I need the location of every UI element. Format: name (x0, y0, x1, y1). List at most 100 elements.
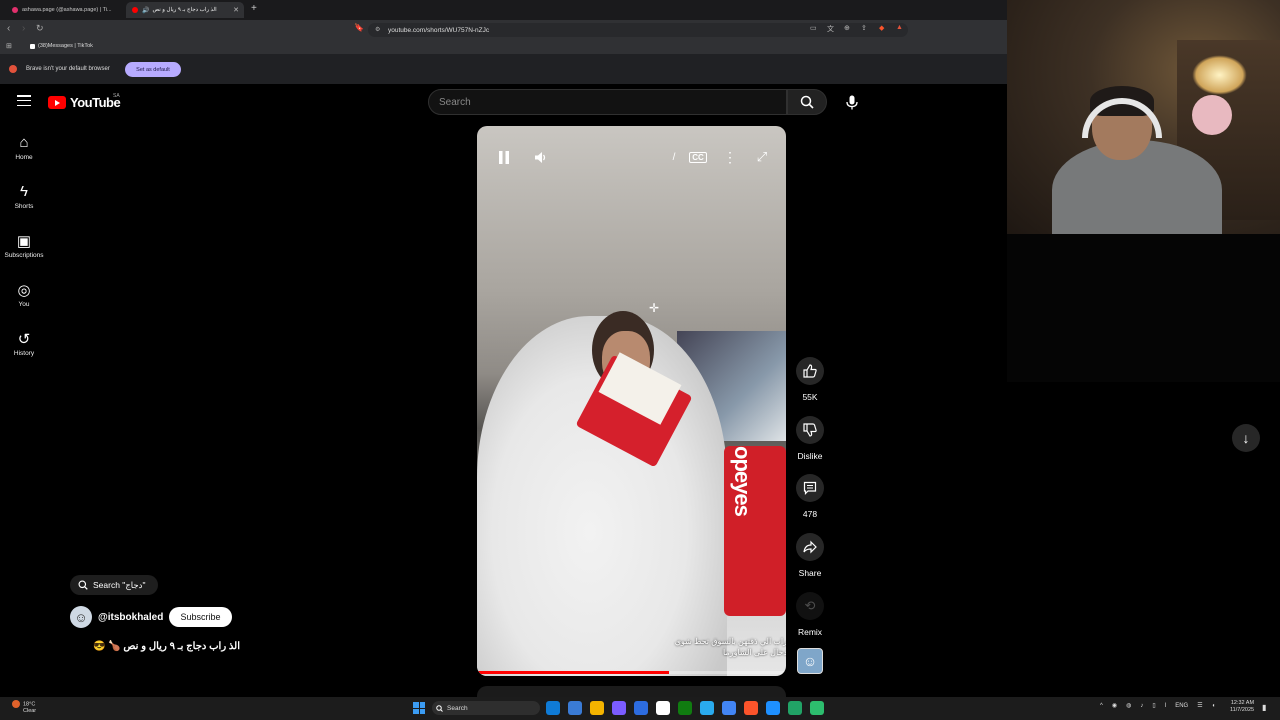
subscriptions-icon: ▣ (16, 233, 32, 250)
apps-grid-icon[interactable]: ⊞ (6, 42, 12, 50)
avatar-face-icon: ☺ (74, 609, 88, 625)
taskbar-app-icon[interactable] (590, 701, 604, 715)
you-icon: ◎ (17, 282, 31, 299)
tab-tiktok[interactable]: ashawa.page (@ashawa.page) | Ti... (6, 2, 122, 18)
bookmarks-bar (0, 40, 1007, 54)
taskbar-app-icon[interactable] (722, 701, 736, 715)
search-suggestion-chip[interactable]: Search "دجاج" (70, 575, 158, 595)
tiktok-favicon-icon (12, 7, 18, 13)
taskbar-app-icon[interactable] (700, 701, 714, 715)
weather-desc: Clear (23, 708, 37, 715)
like-button[interactable]: 55K (790, 357, 830, 402)
forward-button[interactable]: › (22, 23, 25, 34)
progress-bar[interactable] (477, 671, 669, 674)
battery-icon[interactable]: ▯ (1152, 702, 1155, 709)
chevron-up-icon[interactable]: ^ (1100, 703, 1103, 709)
taskbar-app-icon[interactable] (810, 701, 824, 715)
shorts-video-player[interactable]: opeyes ✛ راب الي ذقتهن بالسوق تحط شوي دخ… (477, 126, 786, 676)
thumbs-up-icon (803, 364, 817, 378)
volume-tray-icon[interactable]: ♪ (1140, 703, 1143, 709)
sidebar-item-home[interactable]: ⌂ Home (0, 134, 48, 161)
taskbar-clock[interactable]: 12:32 AM 11/7/2025 (1230, 700, 1254, 714)
taskbar-app-icon[interactable] (612, 701, 626, 715)
sidebar-item-shorts[interactable]: ϟ Shorts (0, 183, 48, 210)
more-vertical-icon: ⋮ (723, 148, 737, 165)
search-input[interactable]: Search (428, 89, 787, 115)
taskbar-app-icon[interactable] (744, 701, 758, 715)
fullscreen-button[interactable]: ⤢ (749, 144, 775, 170)
captions-button[interactable]: CC (685, 144, 711, 170)
video-caption: راب الي ذقتهن بالسوق تحط شوي دخال على ال… (667, 636, 786, 658)
dislike-button[interactable]: Dislike (790, 416, 830, 461)
wifi-icon[interactable]: ☰ (1197, 702, 1202, 709)
youtube-play-icon (48, 96, 66, 109)
slash-icon: / (672, 151, 676, 163)
set-as-default-button[interactable]: Set as default (125, 62, 181, 77)
tab-title: الذ راب دجاج بـ ٩ ريال و نص (152, 7, 217, 13)
share-icon (803, 540, 817, 554)
subscribe-button[interactable]: Subscribe (169, 607, 232, 627)
more-options-button[interactable]: ⋮ (717, 144, 743, 170)
sidebar-item-you[interactable]: ◎ You (0, 281, 48, 308)
comment-icon (803, 481, 817, 495)
share-page-icon[interactable]: ⇪ (861, 24, 867, 32)
avatar[interactable]: ☺ (70, 606, 92, 628)
remix-label: Remix (797, 627, 823, 637)
taskbar-app-icon[interactable] (766, 701, 780, 715)
remix-button[interactable]: ⟲ Remix (790, 592, 830, 637)
menu-icon[interactable] (17, 95, 31, 107)
reload-button[interactable]: ↻ (36, 23, 44, 34)
youtube-logo[interactable]: YouTube (48, 95, 121, 110)
infobar-message: Brave isn't your default browser (26, 66, 110, 72)
channel-handle[interactable]: @itsbokhaled (98, 612, 163, 623)
sidebar-item-label: History (13, 350, 35, 357)
brave-rewards-icon[interactable]: ▲ (896, 24, 903, 31)
pause-button[interactable] (491, 144, 517, 170)
voice-search-button[interactable] (838, 88, 866, 116)
history-icon: ↺ (17, 331, 31, 348)
taskbar-app-icon[interactable] (568, 701, 582, 715)
sidebar-item-subscriptions[interactable]: ▣ Subscriptions (0, 232, 48, 259)
taskbar-app-icon[interactable] (788, 701, 802, 715)
taskbar-app-icon[interactable] (656, 701, 670, 715)
back-button[interactable]: ‹ (7, 23, 10, 34)
search-icon (78, 580, 88, 590)
taskbar-app-icon[interactable] (634, 701, 648, 715)
cast-icon[interactable]: ▭ (810, 24, 817, 32)
mic-tray-icon[interactable]: ǀ (1165, 703, 1167, 709)
speaker-tray-icon[interactable]: ◍ (1126, 702, 1131, 709)
share-button[interactable]: Share (790, 533, 830, 578)
speaker-icon: 🔊 (142, 7, 150, 14)
blank-panel (1007, 234, 1280, 382)
short-title: الذ راب دجاج بـ ٩ ريال و نص 🍗 😎 (92, 641, 240, 652)
start-button[interactable] (413, 702, 425, 714)
share-label: Share (798, 568, 822, 578)
taskbar-app-icon[interactable] (546, 701, 560, 715)
sound-icon[interactable]: ◖ (1212, 703, 1216, 709)
translate-icon[interactable]: 文 (827, 24, 834, 34)
brave-shields-icon[interactable]: ◆ (879, 24, 884, 32)
site-info-icon[interactable]: ⚙ (375, 26, 380, 33)
new-tab-button[interactable]: + (251, 3, 257, 14)
bookmark-icon[interactable]: 🔖 (354, 23, 364, 32)
channel-thumbnail[interactable]: ☺ (797, 648, 823, 674)
language-indicator[interactable]: ENG (1175, 703, 1188, 709)
notification-bell-icon[interactable]: ▮ (1262, 703, 1266, 712)
taskbar-app-icon[interactable] (678, 701, 692, 715)
volume-button[interactable] (527, 144, 553, 170)
weather-widget[interactable]: 18°C Clear (12, 700, 36, 715)
comments-button[interactable]: 478 (790, 474, 830, 519)
network-icon[interactable]: ◉ (1112, 702, 1117, 709)
search-button[interactable] (787, 89, 827, 115)
sidebar-item-history[interactable]: ↺ History (0, 330, 48, 357)
youtube-favicon-icon (132, 7, 138, 13)
url-text: youtube.com/shorts/WU757N-nZJc (388, 26, 490, 34)
arrow-down-icon: ↓ (1242, 430, 1250, 446)
tab-youtube-short[interactable]: 🔊 الذ راب دجاج بـ ٩ ريال و نص ✕ (126, 2, 244, 18)
tiktok-icon (30, 43, 35, 49)
taskbar-search[interactable]: Search (432, 701, 540, 715)
next-video-button[interactable]: ↓ (1232, 424, 1260, 452)
zoom-icon[interactable]: ⊕ (844, 24, 850, 32)
bookmark-tiktok-messages[interactable]: (38)Messages | TikTok (30, 43, 93, 49)
close-tab-icon[interactable]: ✕ (233, 6, 239, 14)
